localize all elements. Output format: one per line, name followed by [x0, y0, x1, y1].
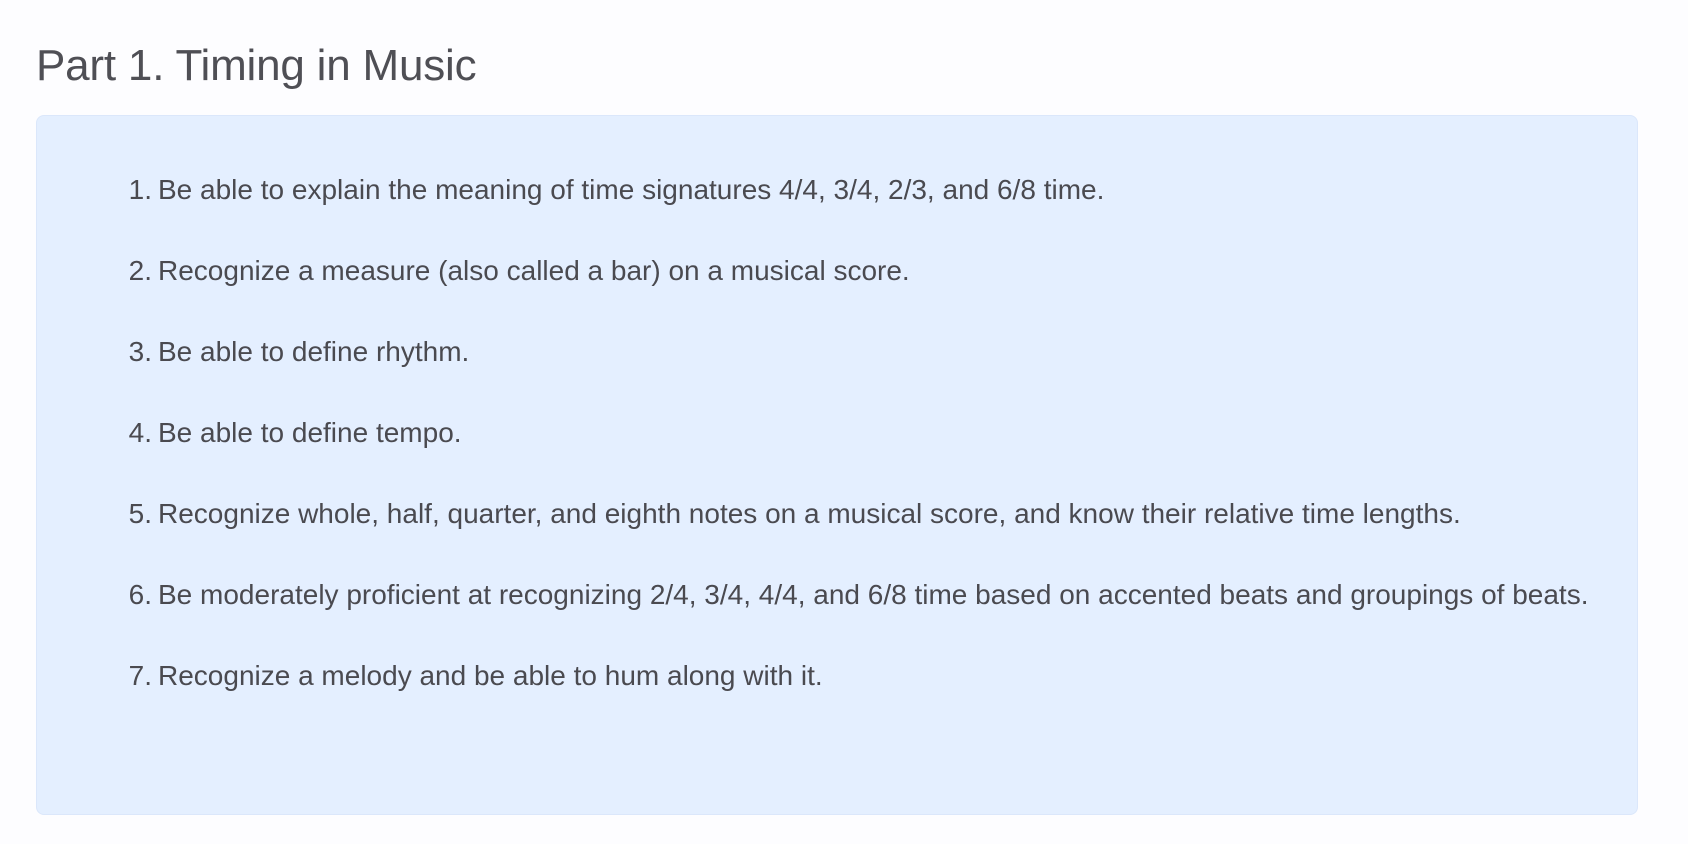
list-item-number: 2.	[128, 255, 152, 286]
list-item: 6. Be moderately proficient at recognizi…	[37, 570, 1639, 620]
list-item-number: 3.	[128, 336, 152, 367]
page: Part 1. Timing in Music 1. Be able to ex…	[0, 0, 1688, 844]
list-item: 4. Be able to define tempo.	[37, 408, 1639, 458]
list-item-number: 1.	[128, 174, 152, 205]
page-title: Part 1. Timing in Music	[36, 41, 477, 90]
list-item: 3. Be able to define rhythm.	[37, 327, 1639, 377]
list-item: 1. Be able to explain the meaning of tim…	[37, 165, 1639, 215]
list-item-text: Be moderately proficient at recognizing …	[158, 579, 1589, 610]
list-item-text: Be able to define rhythm.	[158, 336, 470, 367]
objectives-list: 1. Be able to explain the meaning of tim…	[37, 165, 1639, 732]
list-item-text: Recognize a melody and be able to hum al…	[158, 660, 823, 691]
list-item: 7. Recognize a melody and be able to hum…	[37, 651, 1639, 701]
list-item-text: Recognize whole, half, quarter, and eigh…	[158, 498, 1461, 529]
list-item-text: Recognize a measure (also called a bar) …	[158, 255, 910, 286]
list-item-text: Be able to define tempo.	[158, 417, 462, 448]
list-item-number: 5.	[128, 498, 152, 529]
list-item: 2. Recognize a measure (also called a ba…	[37, 246, 1639, 296]
list-item-number: 6.	[128, 579, 152, 610]
list-item-number: 4.	[128, 417, 152, 448]
list-item-number: 7.	[128, 660, 152, 691]
objectives-panel: 1. Be able to explain the meaning of tim…	[36, 115, 1638, 815]
list-item: 5. Recognize whole, half, quarter, and e…	[37, 489, 1639, 539]
list-item-text: Be able to explain the meaning of time s…	[158, 174, 1105, 205]
